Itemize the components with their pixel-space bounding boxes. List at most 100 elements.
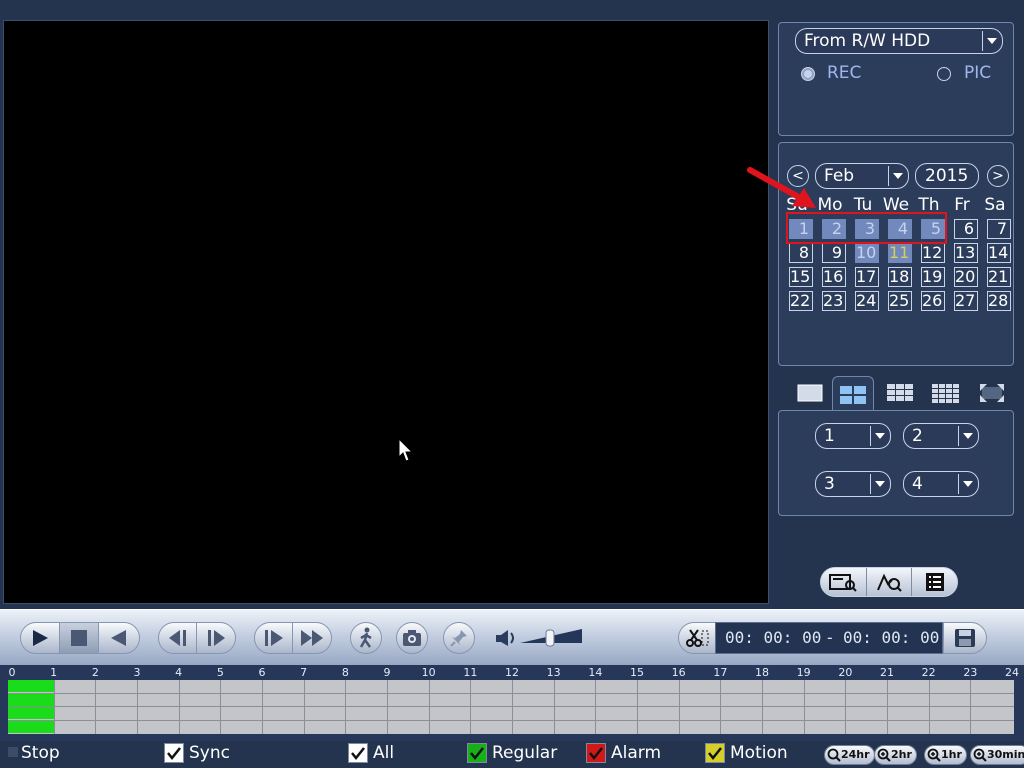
- quad-view-icon: [840, 385, 866, 404]
- frame-step-group: [158, 622, 236, 654]
- timeline-hour-gridline: [928, 680, 930, 734]
- motion-checkbox[interactable]: [705, 743, 725, 763]
- fullscreen-tab[interactable]: [972, 376, 1012, 410]
- calendar-day[interactable]: 20: [954, 267, 978, 287]
- timeline-hour-gridline: [387, 680, 388, 734]
- clip-time-range: 00: 00: 00 - 00: 00: 00: [715, 622, 943, 654]
- play-button[interactable]: [21, 623, 60, 653]
- checkmark-icon: [167, 747, 181, 760]
- card-search-icon: [829, 574, 858, 592]
- calendar-day[interactable]: 8: [789, 243, 813, 263]
- video-playback-window[interactable]: [3, 20, 769, 604]
- calendar-day[interactable]: 25: [888, 291, 912, 311]
- zoom-1hr-button[interactable]: 1hr: [924, 745, 967, 765]
- single-view-icon: [797, 384, 823, 402]
- zoom-24hr-button[interactable]: 24hr: [824, 745, 875, 765]
- clip-button[interactable]: [678, 622, 716, 654]
- calendar-day[interactable]: 15: [789, 267, 813, 287]
- weekday-label: Fr: [954, 195, 970, 215]
- motion-label: Motion: [730, 743, 788, 763]
- regular-checkbox[interactable]: [467, 743, 487, 763]
- layout-4-tab[interactable]: [832, 376, 874, 412]
- timeline-hour-gridline: [220, 680, 222, 734]
- layout-9-tab[interactable]: [880, 376, 920, 410]
- channel-dropdown-2[interactable]: 2: [903, 423, 979, 449]
- calendar-day[interactable]: 28: [987, 291, 1011, 311]
- play-control-group: [20, 622, 140, 654]
- zoom-30min-button[interactable]: 30min: [970, 745, 1024, 765]
- channel-dropdown-4[interactable]: 4: [903, 471, 979, 497]
- card-search-button[interactable]: [821, 568, 867, 596]
- source-panel: From R/W HDD REC PIC: [778, 22, 1014, 136]
- snapshot-button[interactable]: [396, 622, 428, 654]
- calendar-day[interactable]: 27: [954, 291, 978, 311]
- calendar-day[interactable]: 6: [954, 219, 978, 239]
- red-arrow-annotation-icon: [747, 167, 816, 208]
- clip-end-time[interactable]: 00: 00: 00: [843, 623, 939, 653]
- calendar-day[interactable]: 10: [855, 243, 879, 263]
- calendar-day[interactable]: 26: [921, 291, 945, 311]
- mark-button[interactable]: [443, 622, 475, 654]
- channel-dropdown-3[interactable]: 3: [815, 471, 891, 497]
- calendar-day[interactable]: 16: [822, 267, 846, 287]
- layout-16-tab[interactable]: [926, 376, 966, 410]
- zoom-2hr-button[interactable]: 2hr: [874, 745, 917, 765]
- stop-indicator: [8, 747, 18, 757]
- timeline-record-segment[interactable]: [8, 693, 54, 706]
- slow-play-icon: [264, 630, 283, 646]
- year-field[interactable]: 2015: [915, 163, 979, 189]
- zoom-30min-label: 30min: [987, 748, 1024, 761]
- next-frame-button[interactable]: [197, 623, 235, 653]
- prev-frame-button[interactable]: [159, 623, 198, 653]
- timeline-record-segment[interactable]: [8, 720, 54, 733]
- volume-control[interactable]: [496, 628, 586, 648]
- timeline-hour-gridline: [428, 680, 430, 734]
- clip-start-time[interactable]: 00: 00: 00: [725, 623, 821, 653]
- source-dropdown[interactable]: From R/W HDD: [795, 28, 1003, 54]
- channel-1-value: 1: [824, 426, 835, 446]
- calendar-day[interactable]: 12: [921, 243, 945, 263]
- timeline-record-segment[interactable]: [8, 680, 54, 692]
- timeline-record-segment[interactable]: [8, 707, 54, 719]
- smart-search-round-button[interactable]: [350, 622, 382, 654]
- calendar-day[interactable]: 23: [822, 291, 846, 311]
- calendar-day[interactable]: 9: [822, 243, 846, 263]
- timeline-hour-label: 14: [588, 666, 603, 679]
- channel-dropdown-1[interactable]: 1: [815, 423, 891, 449]
- sync-checkbox[interactable]: [164, 743, 184, 763]
- source-dropdown-value: From R/W HDD: [804, 31, 931, 51]
- calendar-day[interactable]: 7: [987, 219, 1011, 239]
- calendar-day[interactable]: 13: [954, 243, 978, 263]
- timeline[interactable]: 0 1 2 3 4 5 6 7 8 9 10 11 12 13 14 15 16 17 18 19 20 21 22 23 24: [0, 665, 1024, 741]
- slow-play-button[interactable]: [255, 623, 294, 653]
- calendar-day[interactable]: 11: [888, 243, 912, 263]
- backup-save-button[interactable]: [943, 622, 987, 654]
- next-month-button[interactable]: >: [987, 165, 1009, 187]
- month-dropdown[interactable]: Feb: [815, 163, 909, 189]
- calendar-day[interactable]: 21: [987, 267, 1011, 287]
- all-checkbox[interactable]: [348, 743, 368, 763]
- mouse-cursor-icon: [398, 438, 414, 462]
- alarm-checkbox[interactable]: [586, 743, 606, 763]
- calendar-day[interactable]: 14: [987, 243, 1011, 263]
- calendar-day[interactable]: 18: [888, 267, 912, 287]
- walking-person-icon: [359, 627, 372, 648]
- playback-control-bar: 00: 00: 00 - 00: 00: 00: [0, 609, 1024, 665]
- stop-button[interactable]: [60, 623, 99, 653]
- timeline-hour-gridline: [762, 680, 763, 734]
- calendar-day[interactable]: 22: [789, 291, 813, 311]
- timeline-track-grid[interactable]: [8, 680, 1014, 734]
- calendar-day[interactable]: 19: [921, 267, 945, 287]
- file-list-button[interactable]: [912, 568, 957, 596]
- layout-1-tab[interactable]: [790, 376, 830, 410]
- radio-pic[interactable]: [937, 67, 951, 81]
- calendar-day[interactable]: 24: [855, 291, 879, 311]
- radio-pic-label: PIC: [964, 63, 992, 83]
- timeline-hour-gridline: [553, 680, 555, 734]
- timeline-channel-divider: [8, 706, 1014, 707]
- calendar-day[interactable]: 17: [855, 267, 879, 287]
- smart-search-button[interactable]: [867, 568, 913, 596]
- reverse-play-button[interactable]: [99, 623, 138, 653]
- fast-forward-button[interactable]: [293, 623, 331, 653]
- radio-rec[interactable]: [801, 67, 815, 81]
